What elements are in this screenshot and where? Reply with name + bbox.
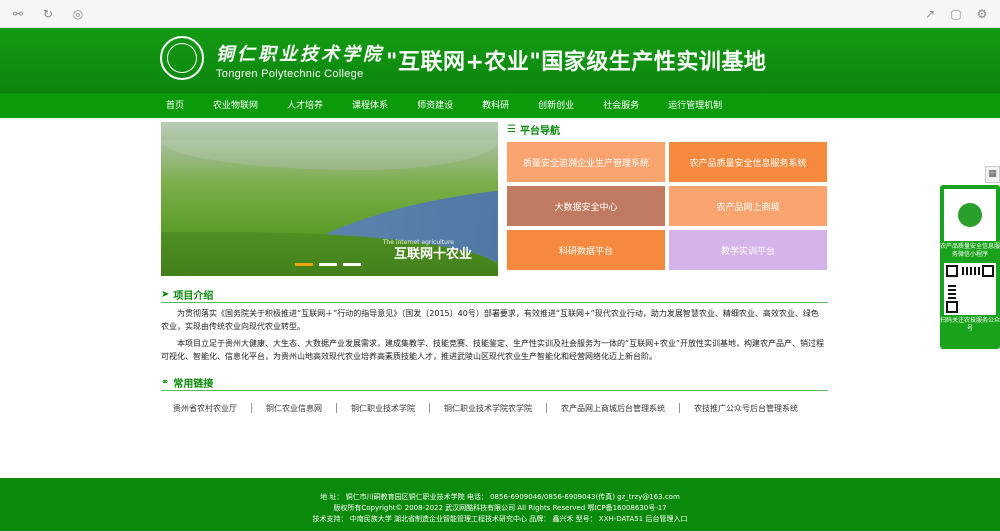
- logo-en-text: Tongren Polytechnic College: [216, 68, 364, 80]
- qr-toggle-icon[interactable]: ▦: [985, 166, 1000, 183]
- browser-toolbar: ⚯ ↻ ◎ ↗ ▢ ⚙: [0, 0, 1000, 28]
- main-nav: 首页 农业物联网 人才培养 课程体系 师资建设 教科研 创新创业 社会服务 运行…: [0, 92, 1000, 118]
- carousel-dots: [295, 263, 367, 266]
- nav-item-iot[interactable]: 农业物联网: [213, 93, 258, 119]
- nav-item-service[interactable]: 社会服务: [603, 93, 639, 119]
- links-section: ⚭ 常用链接 贵州省农村农业厅 铜仁农业信息网 铜仁职业技术学院 铜仁职业技术学…: [161, 375, 828, 419]
- qr1-caption: 农产品质量安全信息服务微信小程序: [940, 243, 1000, 258]
- platform-cell-bigdata[interactable]: 大数据安全中心: [507, 186, 665, 226]
- intro-section: ➤ 项目介绍 为贯彻落实《国务院关于积极推进“互联网＋”行动的指导意见》（国发〔…: [161, 287, 828, 363]
- carousel-dot-3[interactable]: [343, 263, 361, 266]
- college-logo[interactable]: 铜仁职业技术学院 Tongren Polytechnic College: [158, 32, 381, 88]
- site-footer: 地 址： 铜仁市川硐教育园区铜仁职业技术学院 电话： 0856-6909046/…: [0, 478, 1000, 531]
- qr2-caption: 扫码关注农技服务公众号: [940, 317, 1000, 332]
- link-icon[interactable]: ⚯: [10, 6, 26, 22]
- link-gz-agri[interactable]: 贵州省农村农业厅: [173, 403, 237, 414]
- miniprogram-qr-icon: [944, 189, 996, 241]
- platform-cell-training[interactable]: 教学实训平台: [669, 230, 827, 270]
- send-icon: ➤: [161, 289, 170, 300]
- menu-icon: ☰: [507, 123, 516, 135]
- platform-cell-quality-info[interactable]: 农产品质量安全信息服务系统: [669, 142, 827, 182]
- platform-nav: ☰ 平台导航 质量安全追溯企业生产管理系统 农产品质量安全信息服务系统 大数据安…: [507, 120, 828, 280]
- nav-item-research[interactable]: 教科研: [482, 93, 509, 119]
- footer-copyright: 版权所有Copyright© 2008-2022 武汉网酷科技有限公司 All …: [333, 504, 667, 512]
- nav-item-curriculum[interactable]: 课程体系: [352, 93, 388, 119]
- platform-cell-traceability[interactable]: 质量安全追溯企业生产管理系统: [507, 142, 665, 182]
- link-wechat-admin[interactable]: 农技推广公众号后台管理系统: [694, 403, 798, 414]
- link-tr-agri-school[interactable]: 铜仁职业技术学院农学院: [444, 403, 532, 414]
- page-title: "互联网+农业"国家级生产性实训基地: [386, 50, 767, 75]
- intro-title: 项目介绍: [173, 291, 214, 302]
- footer-support: 技术支持： 中南民族大学 湖北省制造企业智能管理工程技术研究中心 品牌： 鑫兴禾…: [312, 515, 688, 523]
- link-tr-college[interactable]: 铜仁职业技术学院: [351, 403, 415, 414]
- platform-cell-research-data[interactable]: 科研数据平台: [507, 230, 665, 270]
- reload-icon[interactable]: ↻: [40, 6, 56, 22]
- nav-item-innovation[interactable]: 创新创业: [538, 93, 574, 119]
- settings-icon[interactable]: ⚙: [974, 6, 990, 22]
- nav-item-home[interactable]: 首页: [166, 93, 184, 119]
- box-icon[interactable]: ▢: [948, 6, 964, 22]
- carousel-dot-2[interactable]: [319, 263, 337, 266]
- banner-caption: 互联网十农业: [393, 247, 472, 262]
- intro-paragraph-2: 本项目立足于贵州大健康、大生态、大数据产业发展需求，建成集教学、技能竞赛、技能鉴…: [161, 339, 824, 361]
- links-title: 常用链接: [173, 379, 214, 390]
- logo-cn-text: 铜仁职业技术学院: [216, 44, 384, 65]
- footer-address: 地 址： 铜仁市川硐教育园区铜仁职业技术学院 电话： 0856-6909046/…: [320, 493, 680, 501]
- qr-sidebar: 农产品质量安全信息服务微信小程序 扫码关注农技服务公众号: [940, 185, 1000, 349]
- share-icon[interactable]: ↗: [922, 6, 938, 22]
- globe-icon[interactable]: ◎: [70, 6, 86, 22]
- nav-item-faculty[interactable]: 师资建设: [417, 93, 453, 119]
- nav-item-talent[interactable]: 人才培养: [287, 93, 323, 119]
- platform-nav-title: 平台导航: [519, 125, 560, 137]
- link-chain-icon: ⚭: [161, 377, 170, 388]
- intro-paragraph-1: 为贯彻落实《国务院关于积极推进“互联网＋”行动的指导意见》（国发〔2015〕40…: [161, 309, 819, 331]
- platform-cell-mall[interactable]: 农产品网上商城: [669, 186, 827, 226]
- wechat-qr-icon: [944, 263, 996, 315]
- site-header: 铜仁职业技术学院 Tongren Polytechnic College "互联…: [0, 28, 1000, 92]
- hero-banner[interactable]: The internet agriculture 互联网十农业: [161, 122, 498, 276]
- link-mall-admin[interactable]: 农产品网上商城后台管理系统: [561, 403, 665, 414]
- link-tr-agri-info[interactable]: 铜仁农业信息网: [266, 403, 322, 414]
- college-seal-icon: [160, 36, 204, 80]
- nav-item-management[interactable]: 运行管理机制: [668, 93, 722, 119]
- carousel-dot-1[interactable]: [295, 263, 313, 266]
